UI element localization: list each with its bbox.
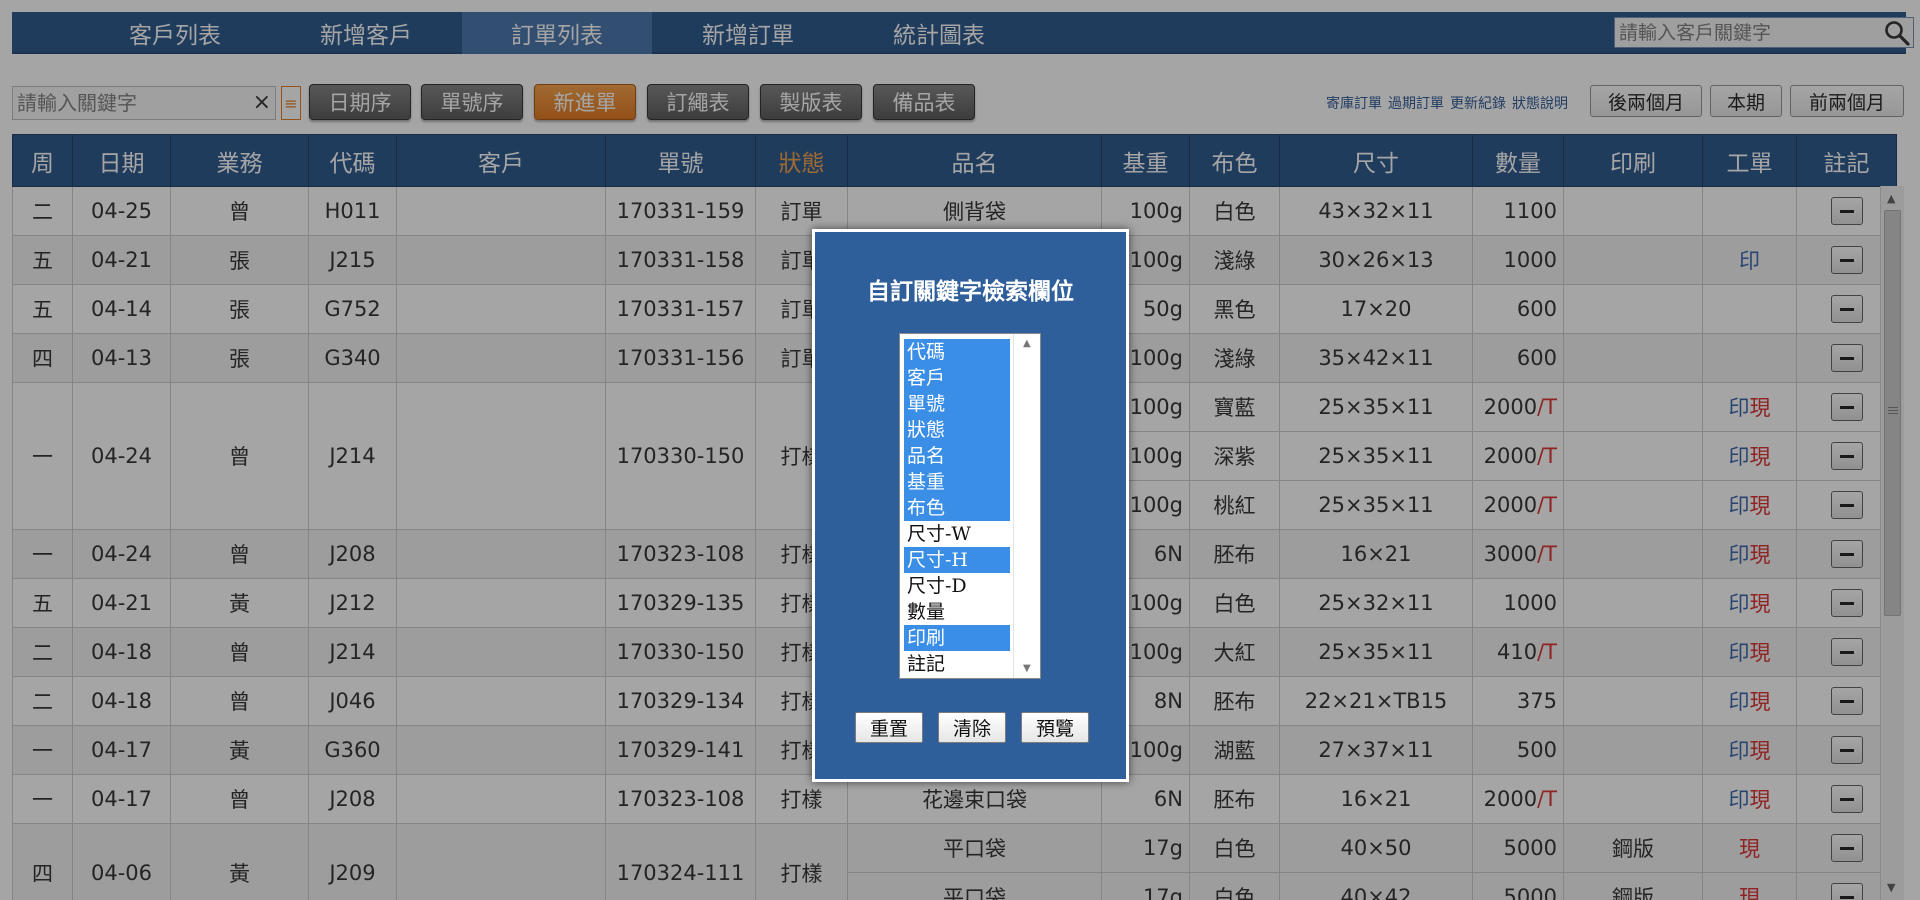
listbox-option[interactable]: 基重 <box>904 469 1010 495</box>
listbox-option[interactable]: 註記 <box>904 651 1010 677</box>
listbox-option[interactable]: 布色 <box>904 495 1010 521</box>
search-fields-listbox[interactable]: 代碼 客戶 單號 狀態 品名 基重 布色 尺寸-W 尺寸-H 尺寸-D 數量 印刷 註記 ▲ ▼ <box>899 333 1041 679</box>
listbox-option[interactable]: 單號 <box>904 391 1010 417</box>
app-window: 客戶列表 新增客戶 訂單列表 新增訂單 統計圖表 × ≡ 日期序 單號序 新進單… <box>0 0 1920 900</box>
listbox-option[interactable]: 尺寸-W <box>904 521 1010 547</box>
listbox-scroll-up-icon[interactable]: ▲ <box>1023 338 1031 349</box>
listbox-option[interactable]: 品名 <box>904 443 1010 469</box>
dialog-title: 自訂關鍵字檢索欄位 <box>867 278 1074 305</box>
reset-button[interactable]: 重置 <box>855 712 923 743</box>
listbox-option[interactable]: 客戶 <box>904 365 1010 391</box>
listbox-option[interactable]: 狀態 <box>904 417 1010 443</box>
listbox-option[interactable]: 印刷 <box>904 625 1010 651</box>
listbox-scroll-down-icon[interactable]: ▼ <box>1023 663 1031 674</box>
keyword-fields-dialog: 自訂關鍵字檢索欄位 代碼 客戶 單號 狀態 品名 基重 布色 尺寸-W 尺寸-H 尺寸-D 數量 印刷… <box>812 229 1129 782</box>
listbox-option[interactable]: 尺寸-D <box>904 573 1010 599</box>
listbox-option[interactable]: 尺寸-H <box>904 547 1010 573</box>
listbox-option[interactable]: 代碼 <box>904 339 1010 365</box>
listbox-scrollbar[interactable]: ▲ ▼ <box>1013 334 1040 678</box>
clear-button[interactable]: 清除 <box>938 712 1006 743</box>
preview-button[interactable]: 預覽 <box>1021 712 1089 743</box>
listbox-option[interactable]: 數量 <box>904 599 1010 625</box>
